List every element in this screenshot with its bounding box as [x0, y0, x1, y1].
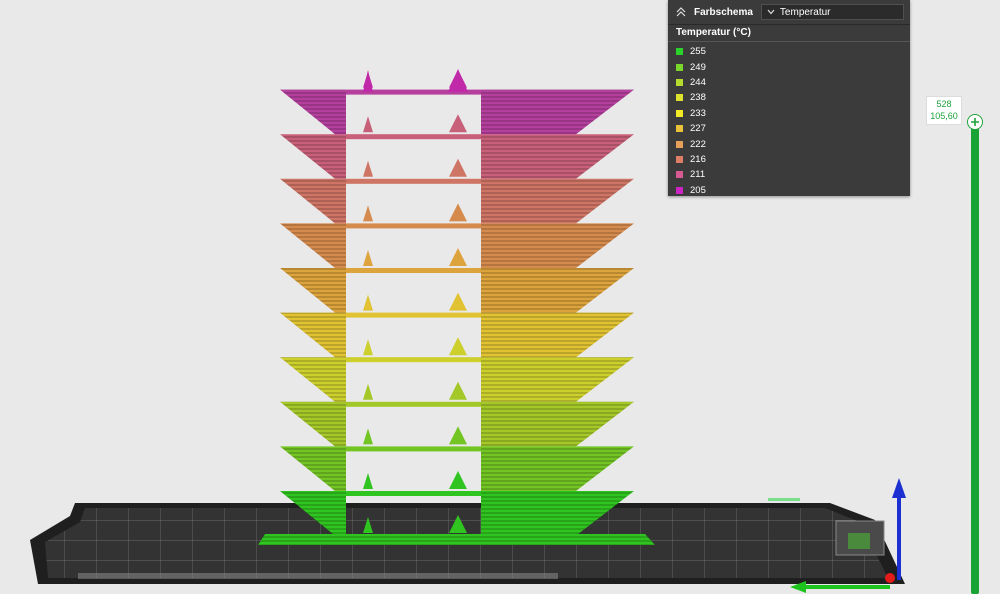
legend-swatch	[676, 155, 683, 163]
legend-swatch	[676, 125, 683, 133]
legend-item: 222	[676, 136, 910, 151]
chevron-down-icon	[766, 7, 776, 17]
tier-texture	[280, 223, 346, 268]
layer-number: 528	[936, 99, 952, 109]
legend-item: 216	[676, 152, 910, 167]
tier-texture	[481, 357, 634, 402]
tier-bridge	[346, 223, 481, 229]
tier-texture	[280, 357, 346, 402]
tier-texture	[481, 178, 634, 224]
tier-spike-small	[363, 383, 373, 400]
legend-item: 211	[676, 167, 910, 182]
tier-spike-large	[449, 381, 467, 400]
tier-bridge	[346, 178, 481, 184]
legend-item: 227	[676, 121, 910, 136]
legend-title: Temperatur (°C)	[668, 26, 910, 42]
tier-spike-small	[363, 428, 373, 445]
tier-spike-large	[449, 158, 467, 177]
tier-texture	[280, 401, 346, 447]
legend-swatch	[676, 140, 683, 148]
color-scheme-header: Farbschema Temperatur	[668, 0, 910, 25]
legend-item: 233	[676, 106, 910, 121]
tier-bridge	[346, 312, 481, 318]
tier-texture	[280, 446, 346, 491]
tier-bridge	[346, 401, 481, 407]
tier-texture	[481, 89, 634, 135]
tier-spike-small	[363, 339, 373, 356]
legend-item: 238	[676, 90, 910, 105]
slider-track[interactable]	[971, 118, 979, 594]
collapse-up-icon[interactable]	[674, 5, 688, 19]
slider-handle[interactable]	[967, 114, 983, 130]
legend-item: 249	[676, 59, 910, 74]
tier-bridge	[346, 134, 481, 140]
top-spike-large	[448, 69, 468, 92]
tier-bridge	[346, 491, 481, 496]
tier-texture	[481, 268, 634, 313]
legend-swatch	[676, 78, 683, 86]
color-scheme-select[interactable]: Temperatur	[760, 4, 904, 20]
tier-spike-small	[363, 160, 373, 177]
tier-spike-small	[363, 294, 373, 311]
tier-spike-small	[363, 116, 373, 133]
layer-readout: 528 105,60	[926, 96, 962, 125]
legend-swatch	[676, 63, 683, 71]
tier-spike-large	[449, 292, 467, 311]
tier-texture	[280, 134, 346, 179]
tier-spike-large	[449, 203, 467, 222]
legend-swatch	[676, 48, 683, 56]
legend-swatch	[676, 171, 683, 179]
temperature-legend: 255 249 244 238 233 227 222 216 211 205	[668, 42, 910, 198]
tier-bridge	[346, 268, 481, 273]
layer-height: 105,60	[930, 111, 958, 121]
tier-spike-small	[363, 205, 373, 222]
tier-bridge	[346, 357, 481, 363]
tier-texture	[481, 401, 634, 447]
top-spike-small	[363, 70, 373, 92]
tier-texture	[280, 312, 346, 358]
legend-item: 205	[676, 183, 910, 198]
color-scheme-panel: Farbschema Temperatur Temperatur (°C) 25…	[668, 0, 910, 196]
layer-slider[interactable]: 528 105,60	[920, 96, 1000, 594]
tier-spike-large	[449, 337, 467, 356]
tier-texture	[481, 446, 634, 491]
printed-model[interactable]	[258, 69, 655, 545]
tier-spike-large	[449, 114, 467, 133]
tier-texture	[280, 268, 346, 313]
color-scheme-value: Temperatur	[779, 6, 831, 18]
legend-swatch	[676, 94, 683, 102]
legend-item: 244	[676, 75, 910, 90]
legend-item: 255	[676, 44, 910, 59]
tier-texture	[481, 223, 634, 268]
legend-swatch	[676, 109, 683, 117]
tier-spike-large	[449, 426, 467, 445]
tier-spike-small	[363, 473, 373, 489]
tier-spike-small	[363, 250, 373, 266]
tier-spike-large	[449, 471, 467, 489]
tier-texture	[280, 178, 346, 224]
tier-spike-large	[449, 248, 467, 266]
tier-texture	[481, 134, 634, 179]
color-scheme-title: Farbschema	[694, 6, 753, 18]
tier-texture	[481, 312, 634, 358]
tier-texture	[280, 89, 346, 135]
tier-bridge	[346, 446, 481, 452]
model-brim-texture	[258, 534, 655, 545]
plus-icon	[971, 118, 979, 126]
legend-swatch	[676, 186, 683, 194]
